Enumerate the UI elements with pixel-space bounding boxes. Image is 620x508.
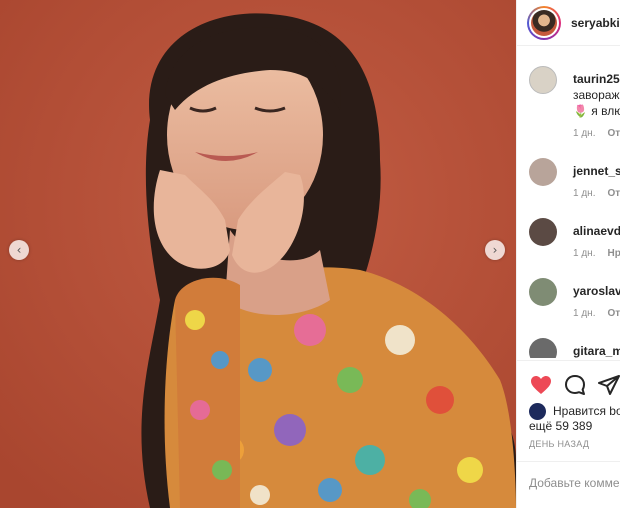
add-comment-bar xyxy=(517,461,620,508)
post-timestamp[interactable]: ДЕНЬ НАЗАД xyxy=(529,439,589,449)
share-button[interactable] xyxy=(597,373,620,397)
comment-meta: 1 дн. Нравится xyxy=(573,248,620,259)
post-side-panel: seryabkina taurin25 завораживает 🌷 я влю… xyxy=(516,0,620,508)
comment-reply-link[interactable]: Ответить xyxy=(607,188,620,199)
comment-avatar[interactable] xyxy=(529,158,557,186)
liker-avatar[interactable] xyxy=(529,403,546,420)
post-photo[interactable]: ‹ › xyxy=(0,0,516,508)
like-button[interactable] xyxy=(529,373,553,397)
comment-reply-link[interactable]: Нравится xyxy=(607,248,620,259)
comment-username[interactable]: gitara_m xyxy=(573,344,620,358)
author-avatar[interactable] xyxy=(527,5,561,40)
comment-time: 1 дн. xyxy=(573,128,596,139)
heart-icon xyxy=(531,376,551,394)
post-image xyxy=(0,0,516,508)
comment-meta: 1 дн. Ответить xyxy=(573,308,620,319)
comment-avatar[interactable] xyxy=(529,66,557,94)
comment-icon xyxy=(565,375,585,395)
post-header: seryabkina xyxy=(517,0,620,46)
post-actions xyxy=(517,360,620,408)
next-photo-button[interactable]: › xyxy=(485,240,505,260)
comment-time: 1 дн. xyxy=(573,188,596,199)
comment-button[interactable] xyxy=(563,373,587,397)
comment-input[interactable] xyxy=(529,476,620,490)
comment-meta: 1 дн. Ответить xyxy=(573,128,620,139)
comment-time: 1 дн. xyxy=(573,308,596,319)
comments-list: taurin25 завораживает 🌷 я влюблена 1 дн.… xyxy=(517,46,620,358)
comment-reply-link[interactable]: Ответить xyxy=(607,128,620,139)
comment-username[interactable]: alinaevdo xyxy=(573,224,620,238)
share-icon xyxy=(598,375,620,395)
likes-count[interactable]: ещё 59 389 xyxy=(529,419,592,433)
author-username[interactable]: seryabkina xyxy=(571,16,620,30)
comment-username[interactable]: yaroslav_ xyxy=(573,284,620,298)
comment-avatar[interactable] xyxy=(529,218,557,246)
comment-text-line: 🌷 я влюблена xyxy=(573,104,620,118)
likes-summary[interactable]: Нравится bo ещё 59 389 xyxy=(529,402,620,436)
chevron-left-icon: ‹ xyxy=(16,243,22,257)
comment-avatar[interactable] xyxy=(529,338,557,358)
chevron-right-icon: › xyxy=(492,243,498,257)
prev-photo-button[interactable]: ‹ xyxy=(9,240,29,260)
comment-text-line: завораживает xyxy=(573,88,620,102)
comment-time: 1 дн. xyxy=(573,248,596,259)
comment-avatar[interactable] xyxy=(529,278,557,306)
likes-line-1: Нравится bo xyxy=(553,404,620,418)
comment-username[interactable]: jennet_se xyxy=(573,164,620,178)
comment-meta: 1 дн. Ответить xyxy=(573,188,620,199)
comment-reply-link[interactable]: Ответить xyxy=(607,308,620,319)
comment-username[interactable]: taurin25 xyxy=(573,72,620,86)
